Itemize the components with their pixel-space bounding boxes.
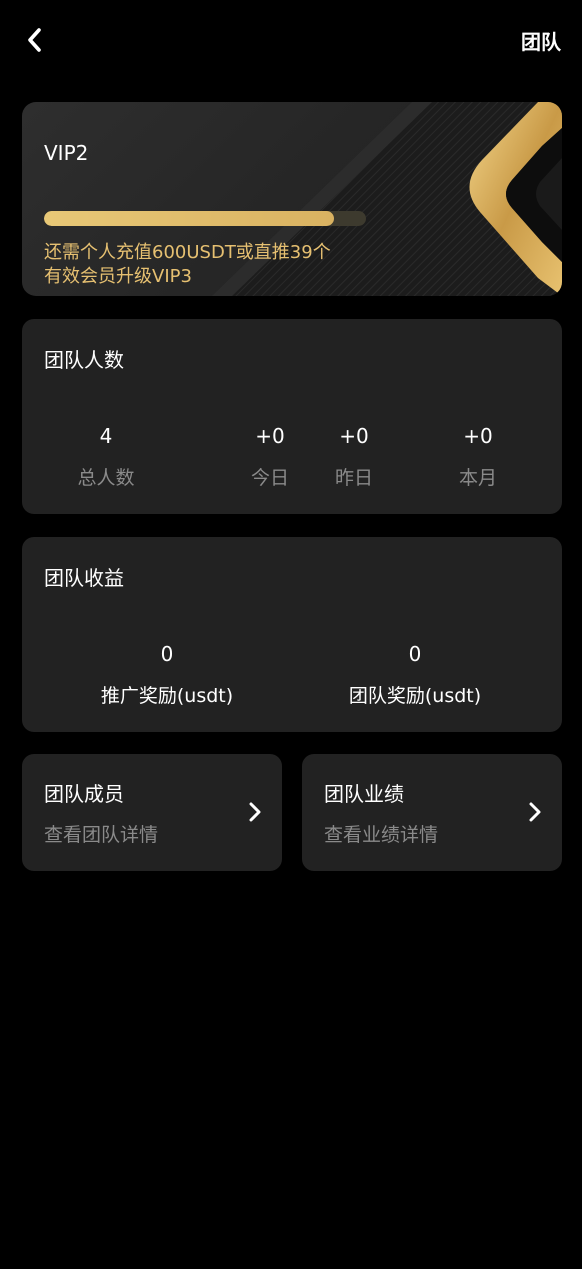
stat-team-reward-label: 团队奖励(usdt) <box>348 685 482 707</box>
stat-yesterday-label: 昨日 <box>334 467 373 489</box>
stat-promo-reward: 0 推广奖励(usdt) <box>67 641 267 709</box>
chevron-right-icon <box>529 802 541 822</box>
vip-tip-line2: 有效会员升级VIP3 <box>44 266 192 287</box>
stat-yesterday: +0 昨日 <box>304 423 404 491</box>
back-button[interactable] <box>20 24 52 56</box>
team-members-link[interactable]: 团队成员 查看团队详情 <box>22 754 282 871</box>
vip-level: VIP2 <box>44 141 89 165</box>
stat-team-reward: 0 团队奖励(usdt) <box>315 641 515 709</box>
team-performance-title: 团队业绩 <box>324 782 404 806</box>
chevron-right-icon <box>249 802 261 822</box>
stat-promo-reward-value: 0 <box>160 642 174 666</box>
team-page: 团队 VIP2 还需个人充值600USDT或直推39个 有效会员升级VIP3 团… <box>0 0 582 1269</box>
stat-team-reward-value: 0 <box>408 642 422 666</box>
team-members-title: 团队成员 <box>44 782 124 806</box>
page-title: 团队 <box>521 30 561 54</box>
vip-tip-line1: 还需个人充值600USDT或直推39个 <box>44 242 331 263</box>
stat-yesterday-value: +0 <box>339 424 369 448</box>
team-count-title: 团队人数 <box>44 348 124 372</box>
vip-progress-fill <box>44 211 334 226</box>
stat-month-value: +0 <box>463 424 493 448</box>
team-performance-subtitle: 查看业绩详情 <box>324 824 439 846</box>
team-performance-link[interactable]: 团队业绩 查看业绩详情 <box>302 754 562 871</box>
team-count-card: 团队人数 4 总人数 +0 今日 +0 昨日 +0 本月 <box>22 319 562 514</box>
vip-progress-bar <box>44 211 366 226</box>
team-count-stats: 4 总人数 +0 今日 +0 昨日 +0 本月 <box>22 423 562 491</box>
team-income-title: 团队收益 <box>44 566 124 590</box>
team-members-subtitle: 查看团队详情 <box>44 824 159 846</box>
top-bar: 团队 <box>0 0 582 84</box>
vip-card: VIP2 还需个人充值600USDT或直推39个 有效会员升级VIP3 <box>22 102 562 296</box>
chevron-left-icon <box>28 28 41 52</box>
vip-badge-icon <box>469 102 562 296</box>
stat-month: +0 本月 <box>428 423 528 491</box>
vip-upgrade-tip: 还需个人充值600USDT或直推39个 有效会员升级VIP3 <box>44 241 374 289</box>
stat-promo-reward-label: 推广奖励(usdt) <box>100 685 234 707</box>
team-income-card: 团队收益 0 推广奖励(usdt) 0 团队奖励(usdt) <box>22 537 562 732</box>
stat-month-label: 本月 <box>458 467 497 489</box>
